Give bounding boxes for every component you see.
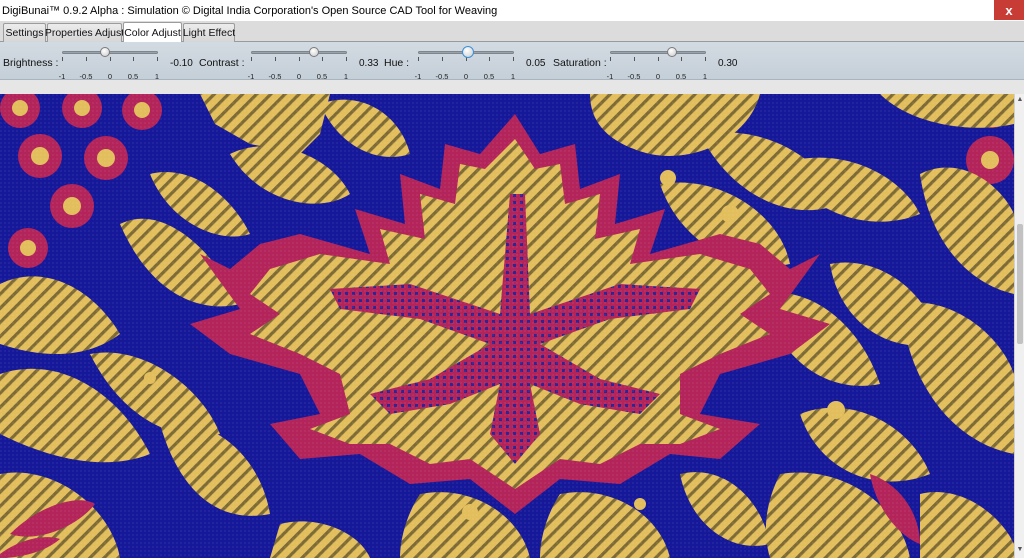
slider-tick — [513, 57, 514, 61]
slider-tick — [442, 57, 443, 61]
brightness-label: Brightness : — [3, 57, 59, 69]
slider-tick — [62, 57, 63, 61]
contrast-value: 0.33 — [359, 58, 379, 69]
slider-thumb[interactable] — [99, 47, 110, 57]
hue-value: 0.05 — [526, 58, 546, 69]
slider-thumb[interactable] — [309, 47, 320, 57]
canvas-separator — [0, 80, 1024, 94]
scroll-down-icon[interactable]: ▼ — [1016, 546, 1024, 556]
slider-track[interactable] — [251, 51, 347, 54]
color-adjust-toolbar: Brightness : -1 -0.5 0 0.5 1 -0.10 Contrast … — [0, 42, 1024, 81]
scroll-up-icon[interactable]: ▲ — [1016, 96, 1024, 106]
saturation-slider[interactable]: -1 -0.5 0 0.5 1 — [607, 46, 707, 81]
close-button[interactable]: x — [994, 0, 1024, 20]
slider-tick — [681, 57, 682, 61]
vertical-scrollbar[interactable]: ▲ ▼ — [1014, 94, 1024, 558]
contrast-slider[interactable]: -1 -0.5 0 0.5 1 — [248, 46, 348, 81]
close-icon: x — [1005, 2, 1013, 18]
slider-ticks: -1 -0.5 0 0.5 1 — [248, 57, 348, 81]
hue-slider[interactable]: -1 -0.5 0 0.5 1 — [415, 46, 515, 81]
slider-track[interactable] — [62, 51, 158, 54]
slider-tick — [610, 57, 611, 61]
slider-tick — [110, 57, 111, 61]
slider-ticks: -1 -0.5 0 0.5 1 — [59, 57, 159, 81]
tab-light-effect[interactable]: Light Effect — [183, 23, 235, 42]
tab-label: Color Adjust — [124, 27, 181, 39]
saturation-label: Saturation : — [553, 57, 607, 69]
window-title: DigiBunai™ 0.9.2 Alpha : Simulation © Di… — [2, 4, 498, 17]
slider-tick — [418, 57, 419, 61]
fabric-simulation-canvas[interactable] — [0, 94, 1014, 558]
slider-tick — [658, 57, 659, 61]
fabric-simulation-image — [0, 94, 1014, 558]
slider-thumb[interactable] — [666, 47, 677, 57]
brightness-value: -0.10 — [170, 58, 193, 69]
slider-tick — [275, 57, 276, 61]
slider-tick — [322, 57, 323, 61]
slider-tick — [299, 57, 300, 61]
slider-tick — [634, 57, 635, 61]
slider-tick — [157, 57, 158, 61]
slider-tick — [133, 57, 134, 61]
slider-tick — [705, 57, 706, 61]
brightness-slider[interactable]: -1 -0.5 0 0.5 1 — [59, 46, 159, 81]
slider-tick — [489, 57, 490, 61]
tab-label: Light Effect — [182, 27, 236, 39]
slider-thumb[interactable] — [461, 46, 474, 58]
slider-tick — [346, 57, 347, 61]
slider-track[interactable] — [610, 51, 706, 54]
hue-label: Hue : — [384, 57, 410, 69]
tab-settings[interactable]: Settings — [3, 23, 46, 42]
scroll-thumb[interactable] — [1017, 224, 1023, 344]
title-bar: DigiBunai™ 0.9.2 Alpha : Simulation © Di… — [0, 0, 1024, 21]
slider-tick — [86, 57, 87, 61]
tab-properties-adjust[interactable]: Properties Adjust — [44, 23, 125, 42]
slider-ticks: -1 -0.5 0 0.5 1 — [607, 57, 707, 81]
tab-label: Properties Adjust — [44, 27, 125, 39]
tab-bar: Settings Properties Adjust Color Adjust … — [0, 21, 1024, 43]
tab-label: Settings — [5, 27, 44, 39]
contrast-label: Contrast : — [199, 57, 245, 69]
slider-tick — [251, 57, 252, 61]
saturation-value: 0.30 — [718, 58, 738, 69]
tab-color-adjust[interactable]: Color Adjust — [123, 22, 182, 43]
